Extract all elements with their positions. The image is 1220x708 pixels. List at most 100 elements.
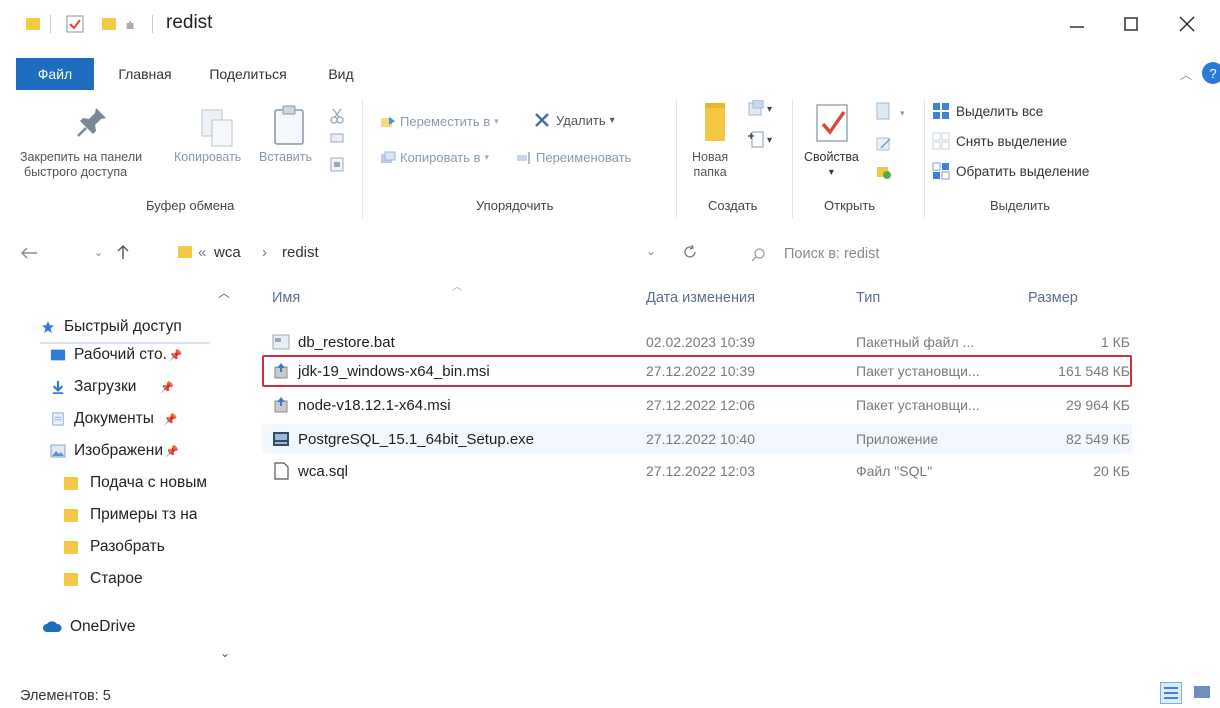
chevron-down-icon: ▾ [609, 114, 615, 126]
breadcrumb-overflow-icon[interactable]: « [198, 244, 206, 261]
nav-quick-access[interactable]: Быстрый доступ [40, 312, 182, 342]
file-name: wca.sql [298, 462, 349, 480]
nav-folder-sort[interactable]: Разобрать [50, 532, 165, 562]
minimize-button[interactable] [1050, 6, 1104, 42]
open-icon[interactable] [876, 102, 890, 120]
new-folder-button[interactable]: Новая папка [692, 150, 728, 180]
properties-label: Свойства [804, 150, 859, 164]
text-file-icon [274, 462, 289, 480]
maximize-button[interactable] [1104, 6, 1158, 42]
large-icons-view-button[interactable] [1192, 682, 1212, 704]
ribbon-group-divider [792, 100, 793, 218]
nav-scroll-down-icon[interactable]: ⌄ [220, 646, 230, 660]
copy-to-button[interactable]: Копировать в ▾ [380, 150, 489, 165]
table-row[interactable]: wca.sql 27.12.2022 12:03 Файл "SQL" 20 К… [262, 456, 1132, 486]
chevron-down-icon: ▾ [484, 152, 490, 162]
back-arrow-icon[interactable] [20, 246, 38, 260]
highlight-box [262, 355, 1132, 387]
paste-clipboard-icon[interactable] [272, 104, 306, 146]
help-icon[interactable]: ? [1202, 62, 1220, 84]
properties-check-icon[interactable] [66, 15, 84, 33]
nav-folder-old[interactable]: Старое [50, 564, 143, 594]
ribbon-collapse-icon[interactable]: ︿ [1180, 66, 1192, 83]
tab-view[interactable]: Вид [318, 58, 364, 90]
paste-button[interactable]: Вставить [259, 150, 312, 165]
tab-share[interactable]: Поделиться [196, 58, 300, 90]
file-size: 29 964 КБ [1065, 397, 1130, 413]
nav-pictures[interactable]: Изображени 📌 [50, 436, 179, 466]
invert-selection-icon [932, 162, 950, 180]
up-arrow-icon[interactable] [116, 244, 130, 260]
star-icon [41, 320, 55, 334]
table-row[interactable]: PostgreSQL_15.1_64bit_Setup.exe 27.12.20… [262, 424, 1132, 454]
pin-icon[interactable]: 📌 [169, 349, 183, 362]
properties-icon[interactable] [814, 102, 852, 144]
cut-icon[interactable] [330, 108, 344, 124]
new-item-button[interactable]: ▾ [746, 100, 772, 118]
column-type-header[interactable]: Тип [856, 290, 880, 306]
breadcrumb-redist[interactable]: redist [282, 244, 319, 261]
file-date: 27.12.2022 12:06 [646, 397, 755, 413]
nav-folder-label: Старое [90, 570, 143, 587]
address-dropdown-icon[interactable]: ⌄ [646, 244, 656, 258]
group-select-label: Выделить [990, 198, 1050, 213]
nav-documents[interactable]: Документы 📌 [50, 404, 178, 434]
column-size-header[interactable]: Размер [1028, 290, 1078, 306]
refresh-icon[interactable] [682, 244, 698, 260]
chevron-down-icon: ▾ [828, 167, 834, 178]
group-create-label: Создать [708, 198, 758, 213]
invert-selection-label: Обратить выделение [956, 163, 1090, 179]
history-icon[interactable] [876, 164, 892, 180]
deselect-label: Снять выделение [956, 133, 1068, 149]
rename-button[interactable]: Переименовать [516, 150, 631, 165]
select-all-icon [933, 103, 949, 119]
search-box[interactable]: Поиск в: redist [744, 240, 1204, 270]
new-folder-icon[interactable] [704, 102, 726, 142]
tab-home[interactable]: Главная [106, 58, 184, 90]
close-button[interactable] [1160, 6, 1214, 42]
rename-icon [517, 151, 530, 164]
move-to-button[interactable]: Переместить в ▾ [380, 114, 499, 129]
pin-icon[interactable] [74, 104, 110, 140]
details-view-button[interactable] [1160, 682, 1182, 704]
select-all-button[interactable]: Выделить все [932, 102, 1043, 120]
installer-package-icon [274, 397, 288, 413]
copy-path-icon[interactable] [330, 132, 344, 144]
nav-downloads[interactable]: Загрузки 📌 [50, 372, 174, 402]
breadcrumb-wca[interactable]: wca [214, 244, 241, 261]
nav-onedrive[interactable]: OneDrive [42, 612, 135, 642]
column-date-header[interactable]: Дата изменения [646, 290, 755, 306]
pin-icon[interactable]: 📌 [160, 381, 174, 394]
search-input[interactable]: Поиск в: redist [784, 246, 879, 262]
nav-folder-submission[interactable]: Подача с новым [50, 468, 207, 498]
pin-icon[interactable]: 📌 [164, 413, 178, 426]
table-row[interactable]: node-v18.12.1-x64.msi 27.12.2022 12:06 П… [262, 390, 1132, 420]
details-view-icon [1164, 687, 1178, 699]
chevron-down-icon[interactable]: ▾ [900, 108, 905, 119]
large-icons-view-icon [1194, 686, 1210, 698]
paste-shortcut-icon[interactable] [330, 156, 344, 172]
copy-button[interactable]: Копировать [174, 150, 241, 165]
pin-to-quick-access-button[interactable]: Закрепить на панели быстрого доступа [20, 150, 142, 180]
easy-access-button[interactable]: ▾ [746, 130, 772, 150]
nav-desktop[interactable]: Рабочий сто. 📌 [50, 340, 183, 370]
delete-button[interactable]: Удалить ▾ [534, 112, 615, 128]
copy-icon[interactable] [200, 108, 234, 148]
invert-selection-button[interactable]: Обратить выделение [932, 162, 1089, 180]
address-folder-icon [178, 246, 192, 258]
properties-button[interactable]: Свойства ▾ [804, 150, 859, 180]
tab-file[interactable]: Файл [16, 58, 94, 90]
nav-downloads-label: Загрузки [74, 378, 137, 395]
edit-icon[interactable] [876, 136, 892, 152]
deselect-button[interactable]: Снять выделение [932, 132, 1067, 150]
recent-locations-chevron-icon[interactable]: ⌄ [94, 246, 103, 259]
pin-icon[interactable]: 📌 [165, 445, 179, 458]
chevron-down-icon: ▾ [494, 116, 499, 126]
quick-access-dropdown-icon[interactable]: ⩧ [126, 17, 134, 34]
column-name-header[interactable]: Имя [272, 290, 300, 306]
nav-scroll-up-icon[interactable]: ︿ [218, 284, 230, 301]
new-folder-icon[interactable] [102, 18, 116, 30]
nav-documents-label: Документы [74, 410, 154, 427]
table-row[interactable]: db_restore.bat 02.02.2023 10:39 Пакетный… [262, 327, 1132, 357]
nav-folder-examples[interactable]: Примеры тз на [50, 500, 197, 530]
